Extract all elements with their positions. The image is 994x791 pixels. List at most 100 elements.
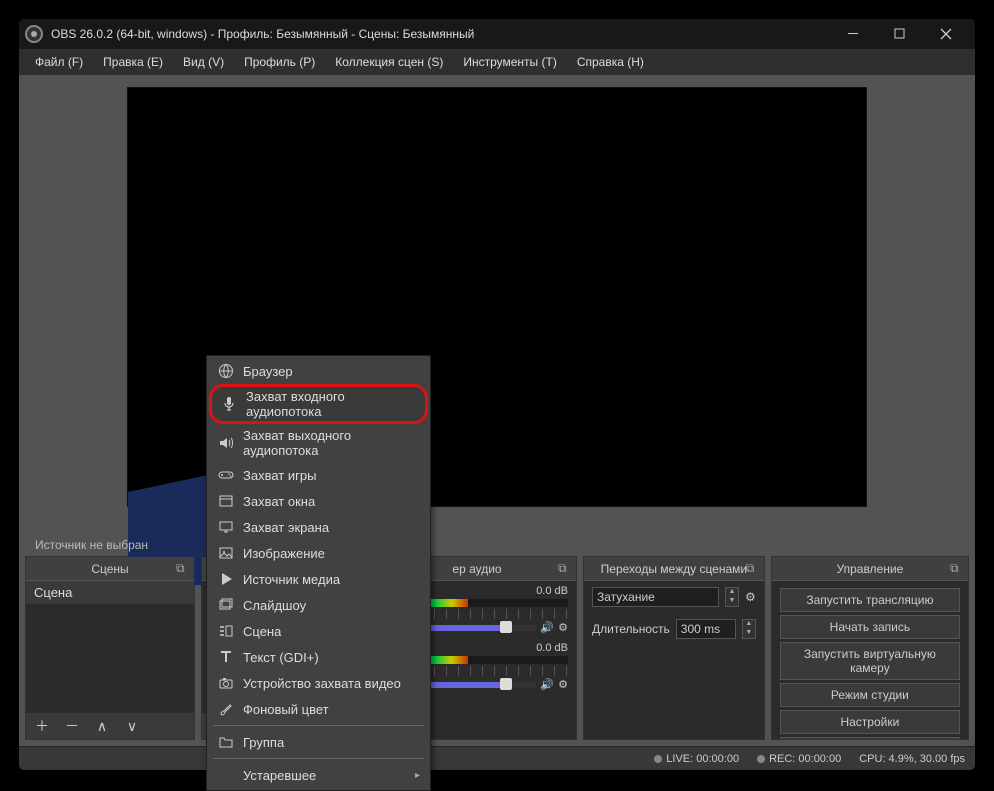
menu-view[interactable]: Вид (V) <box>173 51 234 73</box>
context-menu-item-label: Захват выходного аудиопотока <box>243 428 420 458</box>
speaker-icon[interactable]: 🔊 <box>540 678 554 691</box>
add-source-context-menu: Браузер Захват входного аудиопотока Захват… <box>206 355 431 791</box>
context-menu-item[interactable]: Группа <box>207 729 430 755</box>
gear-icon[interactable]: ⚙ <box>558 621 568 634</box>
chevron-right-icon: ▸ <box>415 770 420 781</box>
dock-transitions-header[interactable]: Переходы между сценами ⧉ <box>584 557 764 581</box>
window-icon <box>217 492 235 510</box>
menu-profile[interactable]: Профиль (P) <box>234 51 325 73</box>
duration-input[interactable] <box>676 619 736 639</box>
monitor-icon <box>217 518 235 536</box>
blank-icon <box>217 766 235 784</box>
menu-edit[interactable]: Правка (E) <box>93 51 173 73</box>
scene-item[interactable]: Сцена <box>26 581 194 604</box>
context-menu-item[interactable]: Браузер <box>207 358 430 384</box>
menu-tools[interactable]: Инструменты (T) <box>453 51 566 73</box>
context-menu-item[interactable]: Захват окна <box>207 488 430 514</box>
gear-icon[interactable]: ⚙ <box>745 590 756 604</box>
remove-scene-button[interactable]: － <box>60 716 84 736</box>
live-status-dot <box>654 755 662 763</box>
play-icon <box>217 570 235 588</box>
mic-icon <box>220 395 238 413</box>
mixer-ch2-db: 0.0 dB <box>536 642 568 654</box>
gear-icon[interactable]: ⚙ <box>558 678 568 691</box>
transition-select[interactable]: Затухание <box>592 587 719 607</box>
popout-icon[interactable]: ⧉ <box>950 561 964 575</box>
text-icon <box>217 648 235 666</box>
maximize-button[interactable] <box>877 19 923 49</box>
minimize-button[interactable] <box>831 19 877 49</box>
dock-controls: Управление ⧉ Запустить трансляцию Начать… <box>771 556 969 740</box>
context-menu-item[interactable]: Сцена <box>207 618 430 644</box>
dock-scenes-header[interactable]: Сцены ⧉ <box>26 557 194 581</box>
context-menu-item-label: Захват игры <box>243 468 316 483</box>
context-menu-item[interactable]: Текст (GDI+) <box>207 644 430 670</box>
no-source-label: Источник не выбран <box>35 538 148 552</box>
scene-up-button[interactable]: ∧ <box>90 716 114 736</box>
context-menu-item-label: Захват окна <box>243 494 315 509</box>
scene-down-button[interactable]: ∨ <box>120 716 144 736</box>
globe-icon <box>217 362 235 380</box>
dock-controls-header[interactable]: Управление ⧉ <box>772 557 968 581</box>
settings-button[interactable]: Настройки <box>780 710 960 734</box>
context-menu-item[interactable]: Захват входного аудиопотока <box>209 384 428 424</box>
gamepad-icon <box>217 466 235 484</box>
studio-mode-button[interactable]: Режим студии <box>780 683 960 707</box>
context-menu-item-label: Фоновый цвет <box>243 702 329 717</box>
context-menu-item[interactable]: Источник медиа <box>207 566 430 592</box>
context-menu-item[interactable]: Фоновый цвет <box>207 696 430 722</box>
brush-icon <box>217 700 235 718</box>
context-menu-separator <box>213 725 424 726</box>
duration-label: Длительность <box>592 622 670 636</box>
context-menu-item-label: Захват входного аудиопотока <box>246 389 417 419</box>
rec-status: REC: 00:00:00 <box>769 753 841 765</box>
context-menu-item[interactable]: Захват выходного аудиопотока <box>207 424 430 462</box>
context-menu-item[interactable]: Изображение <box>207 540 430 566</box>
context-menu-item-label: Изображение <box>243 546 325 561</box>
dock-controls-title: Управление <box>837 562 904 576</box>
context-menu-item-label: Источник медиа <box>243 572 340 587</box>
start-virtualcam-button[interactable]: Запустить виртуальную камеру <box>780 642 960 680</box>
menu-help[interactable]: Справка (H) <box>567 51 654 73</box>
duration-spin[interactable]: ▲▼ <box>742 619 756 639</box>
popout-icon[interactable]: ⧉ <box>176 561 190 575</box>
context-menu-item-label: Слайдшоу <box>243 598 306 613</box>
live-status: LIVE: 00:00:00 <box>666 753 739 765</box>
start-streaming-button[interactable]: Запустить трансляцию <box>780 588 960 612</box>
camera-icon <box>217 674 235 692</box>
context-menu-item-label: Сцена <box>243 624 281 639</box>
menu-file[interactable]: Файл (F) <box>25 51 93 73</box>
app-window: OBS 26.0.2 (64-bit, windows) - Профиль: … <box>18 18 976 771</box>
context-menu-item[interactable]: Устройство захвата видео <box>207 670 430 696</box>
context-menu-item[interactable]: Устаревшее ▸ <box>207 762 430 788</box>
popout-icon[interactable]: ⧉ <box>746 561 760 575</box>
titlebar: OBS 26.0.2 (64-bit, windows) - Профиль: … <box>19 19 975 49</box>
menubar: Файл (F) Правка (E) Вид (V) Профиль (P) … <box>19 49 975 75</box>
speaker-icon[interactable]: 🔊 <box>540 621 554 634</box>
add-scene-button[interactable]: ＋ <box>30 716 54 736</box>
dock-scenes-title: Сцены <box>91 562 128 576</box>
dock-transitions: Переходы между сценами ⧉ Затухание ▲▼ ⚙ … <box>583 556 765 740</box>
menu-scene-collection[interactable]: Коллекция сцен (S) <box>325 51 453 73</box>
context-menu-item-label: Текст (GDI+) <box>243 650 319 665</box>
obs-app-icon <box>25 25 43 43</box>
context-menu-item[interactable]: Захват игры <box>207 462 430 488</box>
popout-icon[interactable]: ⧉ <box>558 561 572 575</box>
context-menu-separator <box>213 758 424 759</box>
dock-transitions-title: Переходы между сценами <box>601 562 747 576</box>
docks-row: Сцены ⧉ Сцена ＋ － ∧ ∨ ⧉ ＋ － <box>19 556 975 746</box>
context-menu-item[interactable]: Слайдшоу <box>207 592 430 618</box>
scene-icon <box>217 622 235 640</box>
exit-button[interactable]: Выход <box>780 737 960 739</box>
transition-spin[interactable]: ▲▼ <box>725 587 739 607</box>
window-title: OBS 26.0.2 (64-bit, windows) - Профиль: … <box>51 27 831 41</box>
rec-status-dot <box>757 755 765 763</box>
close-button[interactable] <box>923 19 969 49</box>
context-menu-item[interactable]: Захват экрана <box>207 514 430 540</box>
cpu-status: CPU: 4.9%, 30.00 fps <box>859 753 965 765</box>
context-menu-item-label: Захват экрана <box>243 520 329 535</box>
dock-mixer-title: ер аудио <box>452 562 501 576</box>
dock-scenes: Сцены ⧉ Сцена ＋ － ∧ ∨ <box>25 556 195 740</box>
start-recording-button[interactable]: Начать запись <box>780 615 960 639</box>
context-menu-item-label: Устаревшее <box>243 768 316 783</box>
